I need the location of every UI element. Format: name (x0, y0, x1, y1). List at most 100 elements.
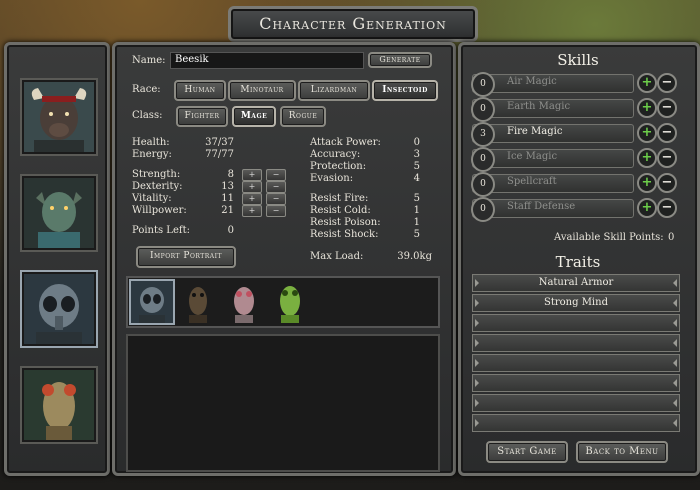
dexterity-label: Dexterity: (132, 181, 183, 192)
arrow-left-icon (475, 419, 479, 427)
arrow-left-icon (475, 299, 479, 307)
lizardman-face-icon (24, 178, 94, 248)
vitality-plus-button[interactable]: + (242, 193, 262, 205)
strength-minus-button[interactable]: − (266, 169, 286, 181)
skill-points-spellcraft: 0 (471, 172, 495, 197)
trait-row-5[interactable] (472, 354, 680, 372)
trait-row-6[interactable] (472, 374, 680, 392)
evasion-value: 4 (413, 173, 420, 184)
arrow-right-icon (673, 379, 677, 387)
willpower-value: 21 (221, 205, 234, 216)
attack-power-value: 0 (413, 137, 420, 148)
arrow-left-icon (475, 359, 479, 367)
trait-row-7[interactable] (472, 394, 680, 412)
vitality-minus-button[interactable]: − (266, 193, 286, 205)
arrow-left-icon (475, 319, 479, 327)
skill-minus-air-magic[interactable]: − (657, 73, 677, 93)
class-rogue-button[interactable]: Rogue (280, 106, 326, 127)
skill-plus-ice-magic[interactable]: + (637, 148, 657, 168)
skills-heading: Skills (557, 51, 599, 69)
trait-row-4[interactable] (472, 334, 680, 352)
skill-points-ice-magic: 0 (471, 147, 495, 172)
skill-minus-spellcraft[interactable]: − (657, 173, 677, 193)
arrow-left-icon (475, 339, 479, 347)
trait-row-2[interactable]: Strong Mind (472, 294, 680, 312)
skill-minus-earth-magic[interactable]: − (657, 98, 677, 118)
skill-points-fire-magic: 3 (471, 122, 495, 147)
insectoid-face-icon (24, 274, 94, 344)
skill-plus-staff-defense[interactable]: + (637, 198, 657, 218)
resist-shock-label: Resist Shock: (310, 229, 379, 240)
attack-power-label: Attack Power: (310, 137, 381, 148)
window-title: Character Generation (228, 6, 478, 42)
arrow-left-icon (475, 399, 479, 407)
skill-minus-fire-magic[interactable]: − (657, 123, 677, 143)
arrow-right-icon (673, 319, 677, 327)
skill-plus-air-magic[interactable]: + (637, 73, 657, 93)
trait-name-1: Natural Armor (538, 277, 614, 288)
race-label: Race: (132, 84, 161, 95)
skill-points-staff-defense: 0 (471, 197, 495, 222)
resist-poison-value: 1 (413, 217, 420, 228)
gallery-portrait-green-insect-icon[interactable] (269, 281, 311, 323)
resist-poison-label: Resist Poison: (310, 217, 381, 228)
willpower-minus-button[interactable]: − (266, 205, 286, 217)
willpower-plus-button[interactable]: + (242, 205, 262, 217)
party-portrait-insectoid[interactable] (20, 270, 98, 348)
red-eyed-insect-face-icon (24, 370, 94, 440)
trait-row-8[interactable] (472, 414, 680, 432)
party-portrait-insect-red-eyes[interactable] (20, 366, 98, 444)
max-load-value: 39.0kg (397, 251, 432, 262)
arrow-left-icon (475, 379, 479, 387)
start-game-button[interactable]: Start Game (486, 441, 568, 463)
class-mage-button[interactable]: Mage (232, 106, 276, 127)
traits-heading: Traits (555, 253, 601, 271)
skill-row-air-magic: 0 Air Magic (471, 72, 634, 97)
dexterity-plus-button[interactable]: + (242, 181, 262, 193)
race-minotaur-button[interactable]: Minotaur (228, 80, 296, 101)
resist-fire-value: 5 (413, 193, 420, 204)
resist-cold-value: 1 (413, 205, 420, 216)
arrow-left-icon (475, 279, 479, 287)
dexterity-minus-button[interactable]: − (266, 181, 286, 193)
skill-row-fire-magic: 3 Fire Magic (471, 122, 634, 147)
skill-minus-ice-magic[interactable]: − (657, 148, 677, 168)
arrow-right-icon (673, 399, 677, 407)
strength-label: Strength: (132, 169, 181, 180)
party-portrait-minotaur[interactable] (20, 78, 98, 156)
arrow-right-icon (673, 299, 677, 307)
skill-minus-staff-defense[interactable]: − (657, 198, 677, 218)
portrait-gallery (126, 276, 440, 328)
vitality-label: Vitality: (132, 193, 172, 204)
import-portrait-button[interactable]: Import Portrait (136, 246, 236, 268)
skill-plus-spellcraft[interactable]: + (637, 173, 657, 193)
description-box (126, 334, 440, 472)
dexterity-value: 13 (221, 181, 234, 192)
gallery-portrait-insectoid-icon[interactable] (129, 279, 175, 325)
skill-plus-fire-magic[interactable]: + (637, 123, 657, 143)
resist-fire-label: Resist Fire: (310, 193, 369, 204)
energy-label: Energy: (132, 149, 172, 160)
race-insectoid-button[interactable]: Insectoid (372, 80, 438, 101)
gallery-portrait-brown-insect-icon[interactable] (177, 281, 219, 323)
resist-shock-value: 5 (413, 229, 420, 240)
name-input[interactable]: Beesik (170, 52, 364, 69)
trait-row-3[interactable] (472, 314, 680, 332)
trait-name-2: Strong Mind (544, 297, 608, 308)
protection-label: Protection: (310, 161, 367, 172)
available-skill-points-value: 0 (668, 232, 675, 243)
resist-cold-label: Resist Cold: (310, 205, 371, 216)
back-to-menu-button[interactable]: Back to Menu (576, 441, 668, 463)
accuracy-value: 3 (413, 149, 420, 160)
skill-plus-earth-magic[interactable]: + (637, 98, 657, 118)
strength-value: 8 (227, 169, 234, 180)
gallery-portrait-pink-insect-icon[interactable] (223, 281, 265, 323)
class-fighter-button[interactable]: Fighter (176, 106, 228, 127)
party-portrait-lizardman[interactable] (20, 174, 98, 252)
generate-name-button[interactable]: Generate (368, 52, 432, 68)
health-value: 37/37 (205, 137, 234, 148)
strength-plus-button[interactable]: + (242, 169, 262, 181)
race-human-button[interactable]: Human (174, 80, 226, 101)
race-lizardman-button[interactable]: Lizardman (298, 80, 370, 101)
trait-row-1[interactable]: Natural Armor (472, 274, 680, 292)
